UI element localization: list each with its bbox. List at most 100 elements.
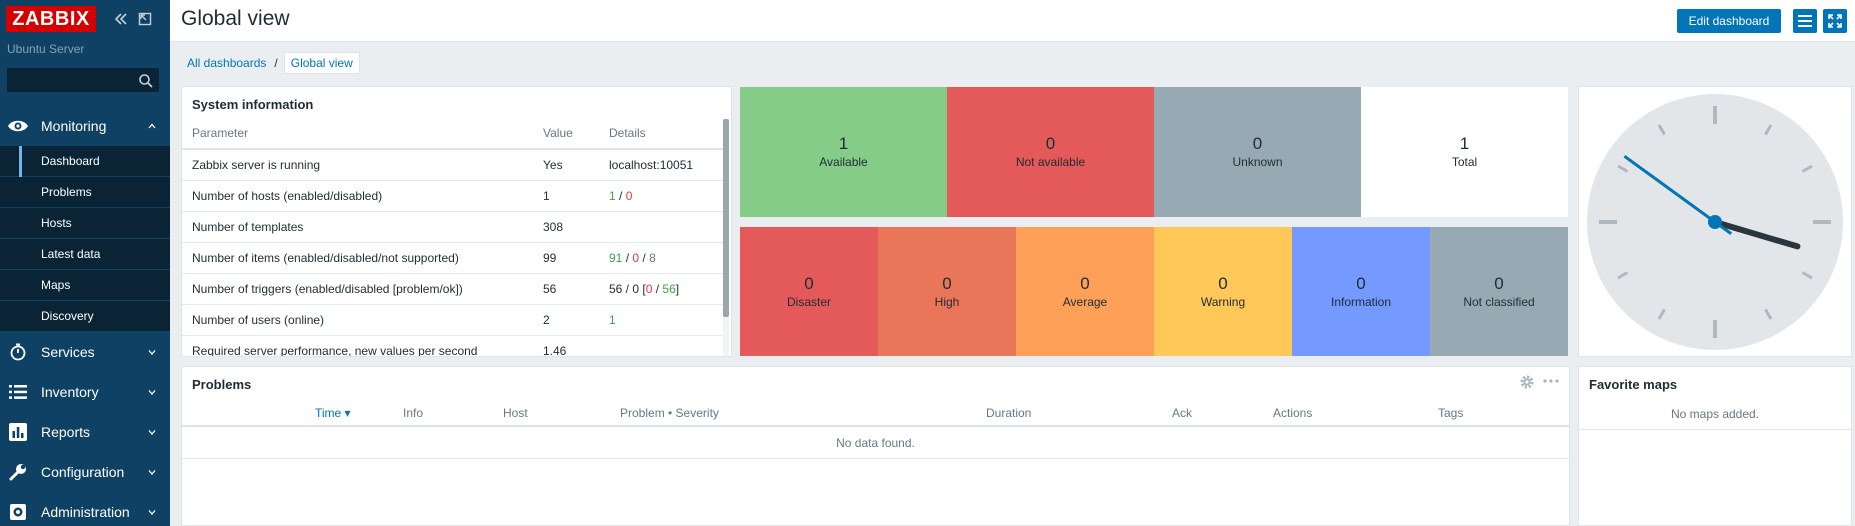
clock-center — [1708, 215, 1722, 229]
menu-inventory[interactable]: Inventory — [0, 372, 170, 412]
value-cell: Yes — [533, 149, 599, 181]
availability-tile-available[interactable]: 1 Available — [740, 87, 947, 217]
availability-tile-not-available[interactable]: 0 Not available — [947, 87, 1154, 217]
column-header-info: Info — [403, 406, 424, 420]
submenu-problems[interactable]: Problems — [0, 177, 170, 208]
fullscreen-button[interactable] — [1823, 9, 1847, 33]
tile-count: 0 — [804, 273, 814, 293]
details-part: 56 — [662, 281, 676, 296]
column-header-ack: Ack — [1172, 406, 1193, 420]
menu-reports-label: Reports — [41, 424, 91, 440]
column-header-time[interactable]: Time ▾ — [315, 406, 351, 420]
tile-count: 0 — [1045, 134, 1056, 153]
edit-dashboard-button[interactable]: Edit dashboard — [1677, 9, 1781, 33]
submenu-hosts[interactable]: Hosts — [0, 208, 170, 239]
tile-label: Average — [1062, 294, 1108, 309]
tile-count: 0 — [1080, 273, 1090, 293]
eye-icon — [7, 115, 29, 137]
menu-administration[interactable]: Administration — [0, 492, 170, 526]
breadcrumb-separator: / — [274, 56, 278, 70]
tile-label: Available — [819, 155, 868, 169]
tile-label: Information — [1330, 294, 1392, 309]
breadcrumb-all-dashboards[interactable]: All dashboards — [179, 56, 274, 70]
menu-reports[interactable]: Reports — [0, 412, 170, 452]
submenu-discovery[interactable]: Discovery — [0, 301, 170, 332]
tile-label: High — [934, 294, 960, 309]
widget-title: Favorite maps — [1589, 377, 1678, 392]
severity-tile-warning[interactable]: 0 Warning — [1154, 227, 1292, 356]
details-cell: localhost:10051 — [599, 149, 723, 181]
menu-services-label: Services — [41, 344, 95, 360]
details-part: 56 / 0 [ — [609, 281, 646, 296]
column-header: Value — [533, 117, 599, 150]
chevron-down-icon — [148, 350, 156, 355]
column-header-host[interactable]: Host — [503, 406, 528, 420]
table-row: Zabbix server is running Yes localhost:100… — [182, 149, 723, 181]
parameter-cell: Zabbix server is running — [182, 149, 533, 181]
chevron-down-icon — [148, 390, 156, 395]
details-part: localhost:10051 — [609, 157, 694, 172]
hide-sidebar-icon[interactable] — [138, 12, 152, 26]
severity-tile-not-classified[interactable]: 0 Not classified — [1430, 227, 1568, 356]
severity-tile-high[interactable]: 0 High — [878, 227, 1016, 356]
more-options-icon[interactable] — [1543, 379, 1559, 383]
chevron-down-icon — [148, 430, 156, 435]
scrollbar-thumb[interactable] — [723, 119, 729, 317]
main-menu: Monitoring Dashboard Problems Hosts Late… — [0, 106, 170, 526]
availability-tile-total[interactable]: 1 Total — [1361, 87, 1568, 217]
chevron-up-icon — [148, 123, 156, 129]
details-cell: 56 / 0 [0 / 56] — [599, 273, 723, 305]
menu-configuration-label: Configuration — [41, 464, 125, 480]
gear-icon — [7, 501, 29, 523]
menu-monitoring-label: Monitoring — [41, 118, 107, 134]
tile-count: 0 — [1356, 273, 1366, 293]
collapse-sidebar-icon[interactable] — [114, 12, 128, 26]
gear-icon[interactable] — [1520, 375, 1534, 389]
list-icon — [7, 381, 29, 403]
menu-inventory-label: Inventory — [41, 384, 99, 400]
submenu-dashboard[interactable]: Dashboard — [0, 146, 170, 177]
tile-count: 0 — [1252, 134, 1263, 153]
fullscreen-icon — [1828, 14, 1842, 28]
breadcrumb-current[interactable]: Global view — [283, 52, 360, 74]
table-row: Number of triggers (enabled/disabled [pr… — [182, 273, 723, 305]
menu-services[interactable]: Services — [0, 332, 170, 372]
value-cell: 2 — [533, 304, 599, 336]
column-header-duration: Duration — [986, 406, 1032, 420]
widget-title: Problems — [192, 377, 252, 392]
parameter-cell: Number of templates — [182, 211, 533, 243]
parameter-cell: Number of users (online) — [182, 304, 533, 336]
submenu-latest-data[interactable]: Latest data — [0, 239, 170, 270]
value-cell: 1.46 — [533, 335, 599, 356]
submenu-maps[interactable]: Maps — [0, 270, 170, 301]
parameter-cell: Number of items (enabled/disabled/not su… — [182, 242, 533, 274]
scrollbar[interactable] — [723, 119, 729, 356]
tile-count: 0 — [942, 273, 952, 293]
search-input[interactable] — [8, 69, 134, 91]
column-header-problem[interactable]: Problem • Severity — [620, 406, 719, 420]
menu-administration-label: Administration — [41, 504, 130, 520]
menu-configuration[interactable]: Configuration — [0, 452, 170, 492]
availability-tile-unknown[interactable]: 0 Unknown — [1154, 87, 1361, 217]
tile-count: 0 — [1494, 273, 1504, 293]
problems-table-header: Time ▾ Info Host Problem • Severity Dura… — [182, 399, 1569, 427]
value-cell: 56 — [533, 273, 599, 305]
severity-tile-disaster[interactable]: 0 Disaster — [740, 227, 878, 356]
table-row: Number of hosts (enabled/disabled) 1 1 / 0 — [182, 180, 723, 212]
menu-monitoring[interactable]: Monitoring — [0, 106, 170, 146]
details-part: 0 — [625, 188, 633, 203]
table-row: Number of items (enabled/disabled/not su… — [182, 242, 723, 274]
column-header: Details — [599, 117, 723, 150]
severity-tile-average[interactable]: 0 Average — [1016, 227, 1154, 356]
severity-tile-information[interactable]: 0 Information — [1292, 227, 1430, 356]
search-icon[interactable] — [138, 73, 154, 89]
actions-menu-button[interactable] — [1793, 9, 1817, 33]
value-cell: 1 — [533, 180, 599, 212]
parameter-cell: Number of hosts (enabled/disabled) — [182, 180, 533, 212]
problems-widget: Problems Time ▾ Info Host Problem • Seve… — [181, 366, 1570, 526]
value-cell: 308 — [533, 211, 599, 243]
tile-label: Unknown — [1232, 155, 1283, 169]
zabbix-logo[interactable]: ZABBIX — [6, 6, 96, 32]
logo-row: ZABBIX — [0, 0, 170, 38]
tile-label: Disaster — [786, 294, 831, 309]
